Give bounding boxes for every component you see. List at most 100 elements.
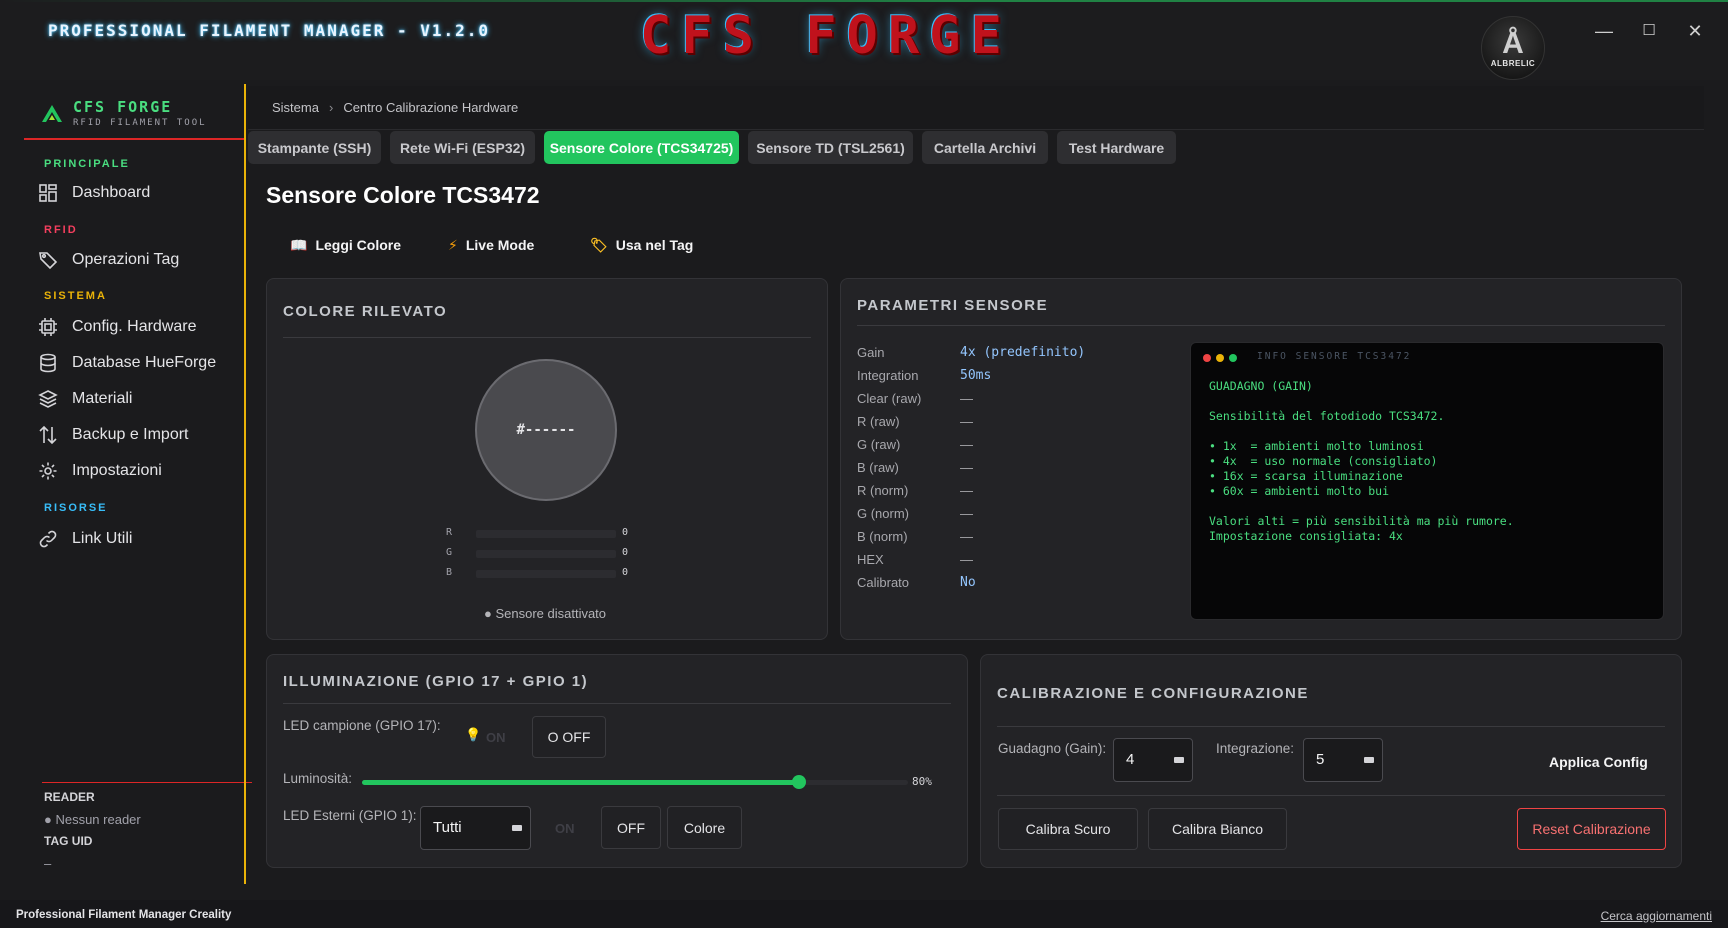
sidebar-item-label: Database HueForge — [72, 354, 217, 371]
tag-uid-value: – — [44, 856, 52, 871]
terminal-dot-green — [1229, 354, 1237, 362]
param-value: No — [960, 575, 976, 590]
param-value: — — [960, 460, 973, 475]
sidebar-item-label: Dashboard — [72, 184, 151, 201]
terminal-line: Impostazione consigliata: 4x — [1209, 529, 1403, 543]
transfer-icon — [38, 425, 58, 445]
sidebar-border — [244, 84, 246, 884]
rgb-bar — [476, 530, 616, 538]
section-risorse: RISORSE — [44, 502, 108, 514]
tab-sensore-td[interactable]: Sensore TD (TSL2561) — [748, 131, 913, 164]
close-button[interactable]: ✕ — [1680, 18, 1710, 44]
terminal-line: • 4x = uso normale (consigliato) — [1209, 454, 1438, 468]
sidebar: CFS FORGE RFID FILAMENT TOOL PRINCIPALE … — [24, 84, 252, 884]
integration-input[interactable]: 5 — [1303, 738, 1383, 782]
sidebar-item-backup-import[interactable]: Backup e Import — [38, 420, 238, 450]
led-ext-on-button[interactable]: ON — [555, 821, 575, 836]
led-sample-off-button[interactable]: O OFF — [532, 716, 606, 758]
reader-status: ● Nessun reader — [44, 812, 141, 827]
dashboard-icon — [38, 183, 58, 203]
rgb-value: 0 — [622, 527, 629, 538]
sidebar-item-materiali[interactable]: Materiali — [38, 384, 238, 414]
brightness-thumb[interactable] — [791, 775, 806, 789]
card-divider — [857, 325, 1665, 326]
check-updates-link[interactable]: Cerca aggiornamenti — [1601, 909, 1712, 923]
card-divider — [997, 726, 1665, 727]
breadcrumb-separator: › — [328, 100, 334, 115]
led-ext-color-button[interactable]: Colore — [667, 806, 742, 849]
read-color-button[interactable]: 📖 Leggi Colore — [290, 234, 401, 256]
sensor-info-terminal: INFO SENSORE TCS3472 GUADAGNO (GAIN) Sens… — [1190, 342, 1664, 620]
rgb-label: R — [446, 527, 453, 538]
led-sample-on-button[interactable]: ON — [486, 730, 506, 745]
sensor-params-title: PARAMETRI SENSORE — [857, 297, 1049, 314]
calibrate-white-button[interactable]: Calibra Bianco — [1148, 808, 1287, 850]
minimize-button[interactable]: — — [1589, 18, 1619, 44]
lightning-icon: ⚡ — [448, 236, 458, 253]
maximize-button[interactable]: ☐ — [1634, 18, 1664, 44]
bulb-icon: 💡 — [465, 727, 482, 742]
app-title: PROFESSIONAL FILAMENT MANAGER - V1.2.0 — [48, 21, 491, 40]
param-key: R (norm) — [857, 483, 909, 498]
terminal-dot-yellow — [1216, 354, 1224, 362]
gain-input[interactable]: 4 — [1113, 738, 1193, 782]
sidebar-item-link-utili[interactable]: Link Utili — [38, 524, 238, 554]
title-glow — [0, 0, 1728, 2]
avatar-logo-icon: Å — [1502, 26, 1524, 60]
brand-name: CFS FORGE — [73, 98, 173, 116]
avatar-text: ALBRELIC — [1490, 58, 1536, 68]
tab-stampante-ssh[interactable]: Stampante (SSH) — [248, 131, 381, 164]
gain-label: Guadagno (Gain): — [998, 741, 1107, 756]
gear-icon — [38, 461, 58, 481]
brand-logo-icon — [42, 105, 62, 122]
brightness-label: Luminosità: — [283, 771, 353, 786]
terminal-header: INFO SENSORE TCS3472 — [1257, 351, 1412, 362]
brightness-slider[interactable] — [362, 775, 908, 789]
reader-divider — [42, 782, 252, 783]
led-ext-off-button[interactable]: OFF — [601, 806, 661, 849]
avatar[interactable]: Å ALBRELIC — [1481, 16, 1545, 80]
tab-test-hardware[interactable]: Test Hardware — [1057, 131, 1176, 164]
reader-label: READER — [44, 790, 95, 804]
breadcrumb-root[interactable]: Sistema — [272, 100, 319, 115]
rgb-bar — [476, 550, 616, 558]
terminal-line: Valori alti = più sensibilità ma più rum… — [1209, 514, 1514, 528]
sidebar-item-operazioni-tag[interactable]: Operazioni Tag — [38, 245, 238, 275]
rgb-label: G — [446, 547, 453, 558]
calibrate-dark-button[interactable]: Calibra Scuro — [998, 808, 1138, 850]
tab-rete-wifi[interactable]: Rete Wi-Fi (ESP32) — [390, 131, 535, 164]
param-key: Integration — [857, 368, 919, 383]
rgb-value: 0 — [622, 567, 629, 578]
reset-calibration-button[interactable]: Reset Calibrazione — [1517, 808, 1666, 850]
apply-config-button[interactable]: Applica Config — [1549, 754, 1648, 770]
terminal-line: Sensibilità del fotodiodo TCS3472. — [1209, 409, 1445, 423]
use-in-tag-label: Usa nel Tag — [615, 237, 694, 253]
cfs-forge-logo: CFS FORGE — [640, 6, 1012, 66]
param-value: — — [960, 552, 973, 567]
use-in-tag-button[interactable]: 🏷 Usa nel Tag — [590, 234, 693, 256]
gain-value: 4 — [1126, 751, 1135, 768]
tab-sensore-colore[interactable]: Sensore Colore (TCS34725) — [544, 131, 739, 164]
rgb-value: 0 — [622, 547, 629, 558]
param-key: B (norm) — [857, 529, 908, 544]
book-icon: 📖 — [290, 236, 308, 253]
live-mode-button[interactable]: ⚡ Live Mode — [448, 234, 534, 256]
layers-icon — [38, 389, 58, 409]
sidebar-item-label: Materiali — [72, 390, 133, 407]
terminal-line: GUADAGNO (GAIN) — [1209, 379, 1313, 393]
sidebar-item-impostazioni[interactable]: Impostazioni — [38, 456, 238, 486]
param-value: 50ms — [960, 368, 992, 383]
tab-cartella-archivi[interactable]: Cartella Archivi — [922, 131, 1048, 164]
breadcrumb-current: Centro Calibrazione Hardware — [343, 100, 519, 115]
sidebar-item-database-hueforge[interactable]: Database HueForge — [38, 348, 238, 378]
led-ext-select[interactable]: Tutti — [420, 806, 531, 850]
read-color-label: Leggi Colore — [315, 237, 401, 253]
param-key: G (raw) — [857, 437, 901, 452]
sidebar-item-config-hardware[interactable]: Config. Hardware — [38, 312, 238, 342]
param-value: — — [960, 529, 973, 544]
section-rfid: RFID — [44, 224, 78, 236]
integration-label: Integrazione: — [1216, 741, 1295, 756]
status-app-name: Professional Filament Manager Creality — [16, 909, 232, 921]
sidebar-item-dashboard[interactable]: Dashboard — [38, 178, 238, 208]
param-value: — — [960, 414, 973, 429]
